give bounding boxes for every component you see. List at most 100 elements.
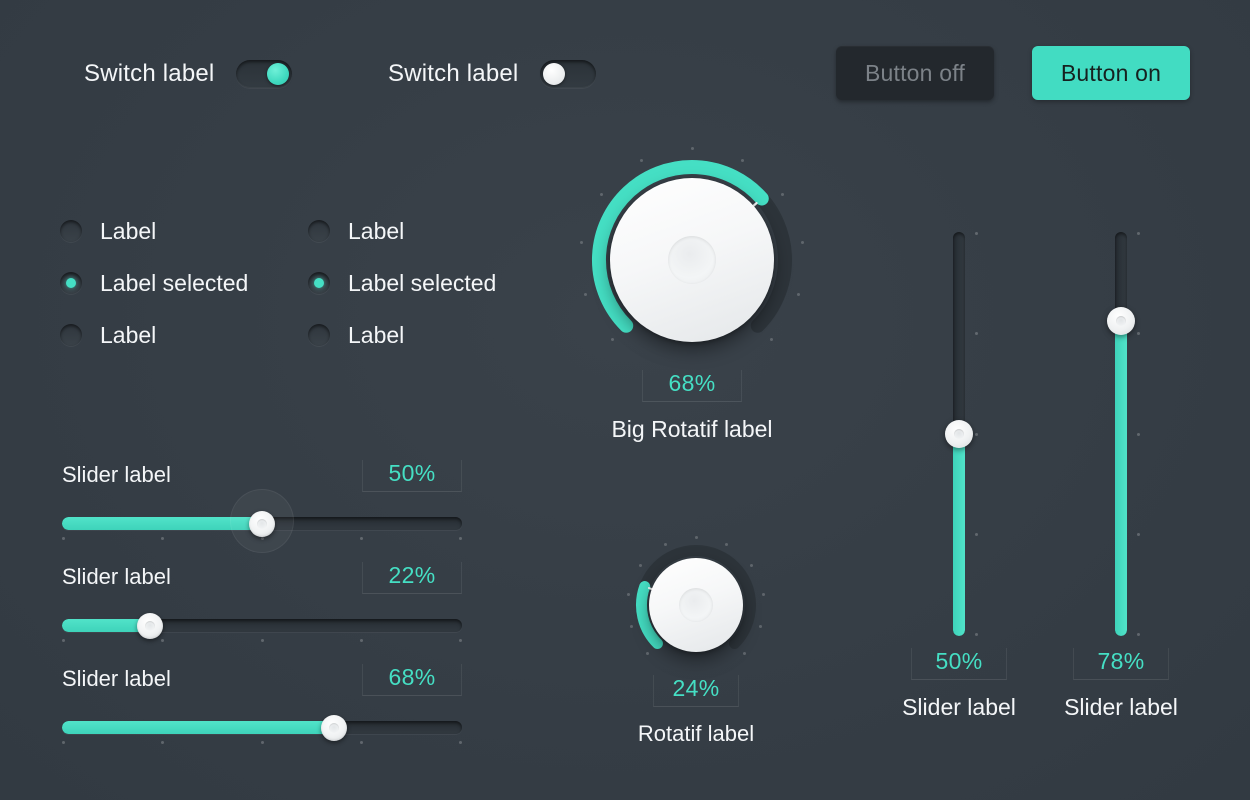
radio-label: Label xyxy=(348,321,405,348)
vertical-slider-tick-dot xyxy=(1137,332,1140,336)
vertical-slider-track-area[interactable] xyxy=(1057,232,1185,636)
radio-circle-icon[interactable] xyxy=(60,220,82,242)
radio-circle-selected-icon[interactable] xyxy=(60,272,82,294)
radio-option-2-3[interactable]: Label xyxy=(308,309,496,361)
vertical-slider-caption: Slider label xyxy=(1064,694,1178,720)
slider-tick-dot xyxy=(161,639,165,642)
horizontal-slider-2[interactable]: Slider label 22% xyxy=(62,562,462,644)
slider-track-area[interactable] xyxy=(62,610,462,644)
slider-value-box: 50% xyxy=(362,460,462,492)
slider-handle[interactable] xyxy=(137,613,163,639)
rotary-tick-dot xyxy=(761,592,765,596)
radio-option-1-2[interactable]: Label selected xyxy=(60,257,248,309)
slider-tick-dot xyxy=(459,741,462,744)
slider-header: Slider label 68% xyxy=(62,664,462,700)
slider-value-box: 68% xyxy=(362,664,462,696)
toggle-switch-off[interactable] xyxy=(540,60,597,88)
radio-label: Label selected xyxy=(100,269,249,296)
rotary-dial[interactable] xyxy=(627,535,765,665)
slider-track-area[interactable] xyxy=(62,712,462,746)
rotary-tick-dots xyxy=(627,535,765,665)
vertical-slider-track-area[interactable] xyxy=(895,232,1023,636)
radio-label: Label selected xyxy=(348,269,497,296)
toggle-knob-icon xyxy=(543,63,566,85)
slider-tick-dot xyxy=(359,537,363,540)
slider-tick-dot xyxy=(260,639,264,642)
slider-tick-dot xyxy=(459,639,462,642)
radio-circle-icon[interactable] xyxy=(60,324,82,346)
button-off[interactable]: Button off xyxy=(836,46,994,100)
vertical-slider-fill xyxy=(953,434,965,636)
radio-option-1-1[interactable]: Label xyxy=(60,205,248,257)
slider-track[interactable] xyxy=(62,721,462,734)
toggle-switch-on[interactable] xyxy=(236,60,293,88)
vertical-slider-tick-dot xyxy=(975,332,978,336)
switch-label-1: Switch label xyxy=(84,60,215,87)
slider-label: Slider label xyxy=(62,462,171,487)
rotary-tick-dot xyxy=(639,563,643,567)
slider-label: Slider label xyxy=(62,564,171,589)
slider-handle[interactable] xyxy=(249,511,275,537)
radio-label: Label xyxy=(100,321,157,348)
radio-circle-icon[interactable] xyxy=(308,220,330,242)
slider-track[interactable] xyxy=(62,619,462,632)
rotary-tick-dot xyxy=(611,337,615,341)
vertical-slider-1[interactable]: 50% Slider label xyxy=(895,232,1023,721)
rotary-tick-dot xyxy=(629,624,633,628)
radio-label: Label xyxy=(100,217,157,244)
slider-value: 68% xyxy=(388,664,436,690)
rotary-dial[interactable] xyxy=(579,146,805,360)
vertical-slider-2[interactable]: 78% Slider label xyxy=(1057,232,1185,721)
vertical-slider-value-box: 50% xyxy=(911,648,1007,680)
slider-handle[interactable] xyxy=(321,715,347,741)
horizontal-slider-3[interactable]: Slider label 68% xyxy=(62,664,462,746)
slider-tick-dot xyxy=(260,741,264,744)
switch-control-2[interactable]: Switch label xyxy=(388,60,597,88)
vertical-slider-ticks xyxy=(1137,232,1143,636)
slider-tick-dot xyxy=(359,741,363,744)
rotary-tick-dot xyxy=(759,624,763,628)
rotary-knob-big[interactable]: 68% Big Rotatif label xyxy=(579,146,805,443)
rotary-tick-dot xyxy=(599,192,603,196)
slider-tick-dot xyxy=(359,639,363,642)
radio-group-2: Label Label selected Label xyxy=(308,205,496,361)
vertical-slider-handle[interactable] xyxy=(1107,306,1135,335)
rotary-tick-dot xyxy=(639,158,643,162)
rotary-tick-dot xyxy=(663,542,667,546)
vertical-slider-tick-dot xyxy=(1137,232,1140,235)
switch-label-2: Switch label xyxy=(388,60,519,87)
slider-tick-dot xyxy=(161,741,165,744)
rotary-tick-dot xyxy=(646,651,650,655)
rotary-knob-small[interactable]: 24% Rotatif label xyxy=(627,535,765,747)
toggle-knob-icon xyxy=(267,63,290,85)
radio-label: Label xyxy=(348,217,405,244)
vertical-slider-tick-dot xyxy=(1137,432,1140,436)
rotary-tick-dot xyxy=(769,337,773,341)
rotary-value-box: 68% xyxy=(642,370,742,402)
rotary-value: 24% xyxy=(672,675,720,701)
rotary-caption: Rotatif label xyxy=(637,721,755,746)
radio-option-2-2[interactable]: Label selected xyxy=(308,257,496,309)
slider-tick-dot xyxy=(62,537,65,540)
button-on[interactable]: Button on xyxy=(1032,46,1190,100)
radio-option-2-1[interactable]: Label xyxy=(308,205,496,257)
slider-tick-dot xyxy=(62,741,65,744)
radio-circle-selected-icon[interactable] xyxy=(308,272,330,294)
slider-tick-dot xyxy=(459,537,462,540)
vertical-slider-handle[interactable] xyxy=(945,420,973,448)
horizontal-slider-1[interactable]: Slider label 50% xyxy=(62,460,462,553)
switch-control-1[interactable]: Switch label xyxy=(84,60,293,88)
slider-fill xyxy=(62,721,334,734)
radio-circle-icon[interactable] xyxy=(308,324,330,346)
slider-tick-dot xyxy=(62,639,65,642)
rotary-tick-dot xyxy=(742,651,746,655)
vertical-slider-fill xyxy=(1115,320,1127,636)
slider-track-area[interactable] xyxy=(62,489,462,553)
vertical-slider-track[interactable] xyxy=(1115,232,1127,636)
vertical-slider-tick-dot xyxy=(975,532,978,536)
rotary-tick-dot xyxy=(579,240,583,244)
slider-value-box: 22% xyxy=(362,562,462,594)
radio-option-1-3[interactable]: Label xyxy=(60,309,248,361)
vertical-slider-ticks xyxy=(975,232,981,636)
top-controls-bar: Switch label Switch label Button off But… xyxy=(0,0,1250,130)
